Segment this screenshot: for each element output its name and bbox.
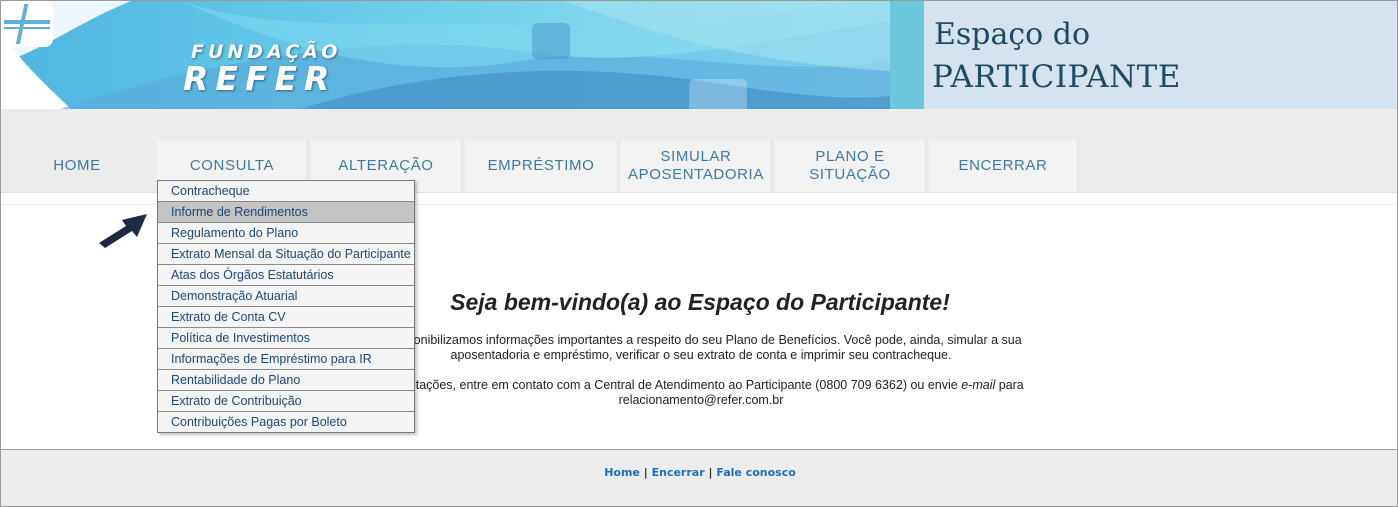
menu-item-informe-rendimentos[interactable]: Informe de Rendimentos: [158, 202, 414, 223]
footer-link-home[interactable]: Home: [604, 466, 640, 479]
nav-simular-aposentadoria[interactable]: SIMULAR APOSENTADORIA: [621, 139, 772, 192]
contact-paragraph: s solicitações, entre em contato com a C…: [346, 378, 1056, 408]
nav-plano-situacao[interactable]: PLANO E SITUAÇÃO: [775, 139, 926, 192]
footer-links: Home | Encerrar | Fale conosco: [1, 466, 1397, 479]
footer-link-encerrar[interactable]: Encerrar: [652, 466, 705, 479]
header-banner: FUNDAÇÃO REFER: [1, 1, 890, 109]
menu-item-politica-investimentos[interactable]: Política de Investimentos: [158, 328, 414, 349]
footer: Home | Encerrar | Fale conosco: [1, 449, 1397, 506]
menu-item-rentabilidade-plano[interactable]: Rentabilidade do Plano: [158, 370, 414, 391]
menu-item-regulamento-plano[interactable]: Regulamento do Plano: [158, 223, 414, 244]
nav-encerrar[interactable]: ENCERRAR: [929, 139, 1078, 192]
nav-home[interactable]: HOME: [21, 139, 133, 192]
intro-paragraph: o disponibilizamos informações important…: [346, 333, 1056, 363]
menu-item-extrato-conta-cv[interactable]: Extrato de Conta CV: [158, 307, 414, 328]
intro-line-2: aposentadoria e empréstimo, verificar o …: [450, 348, 952, 362]
nav-emprestimo[interactable]: EMPRÉSTIMO: [465, 139, 618, 192]
menu-item-demonstracao-atuarial[interactable]: Demonstração Atuarial: [158, 286, 414, 307]
menu-item-contribuicoes-boleto[interactable]: Contribuições Pagas por Boleto: [158, 412, 414, 432]
pointer-arrow-icon: [99, 214, 147, 248]
contact-line-1b: para: [995, 378, 1024, 392]
consulta-dropdown-menu: Contracheque Informe de Rendimentos Regu…: [157, 180, 415, 433]
contact-email-word: e-mail: [961, 378, 996, 392]
footer-separator: |: [708, 466, 713, 479]
contact-email-address: relacionamento@refer.com.br: [618, 393, 784, 407]
title-participante: PARTICIPANTE: [932, 59, 1181, 95]
menu-item-extrato-contribuicao[interactable]: Extrato de Contribuição: [158, 391, 414, 412]
logo-text-refer: REFER: [183, 59, 337, 98]
footer-link-fale-conosco[interactable]: Fale conosco: [716, 466, 795, 479]
header-divider: [890, 1, 924, 109]
page: FUNDAÇÃO REFER Espaço do PARTICIPANTE HO…: [0, 0, 1398, 507]
menu-item-atas-orgaos[interactable]: Atas dos Órgãos Estatutários: [158, 265, 414, 286]
title-espaco: Espaço do: [934, 17, 1091, 52]
menu-item-informacoes-emprestimo-ir[interactable]: Informações de Empréstimo para IR: [158, 349, 414, 370]
footer-separator: |: [643, 466, 648, 479]
intro-line-1: o disponibilizamos informações important…: [380, 333, 1022, 347]
refer-logo-icon: [1, 1, 53, 47]
contact-line-1a: s solicitações, entre em contato com a C…: [378, 378, 962, 392]
menu-item-extrato-mensal[interactable]: Extrato Mensal da Situação do Participan…: [158, 244, 414, 265]
participant-title-panel: Espaço do PARTICIPANTE: [924, 1, 1397, 109]
menu-item-contracheque[interactable]: Contracheque: [158, 181, 414, 202]
banner-waves-graphic: [1, 1, 890, 109]
